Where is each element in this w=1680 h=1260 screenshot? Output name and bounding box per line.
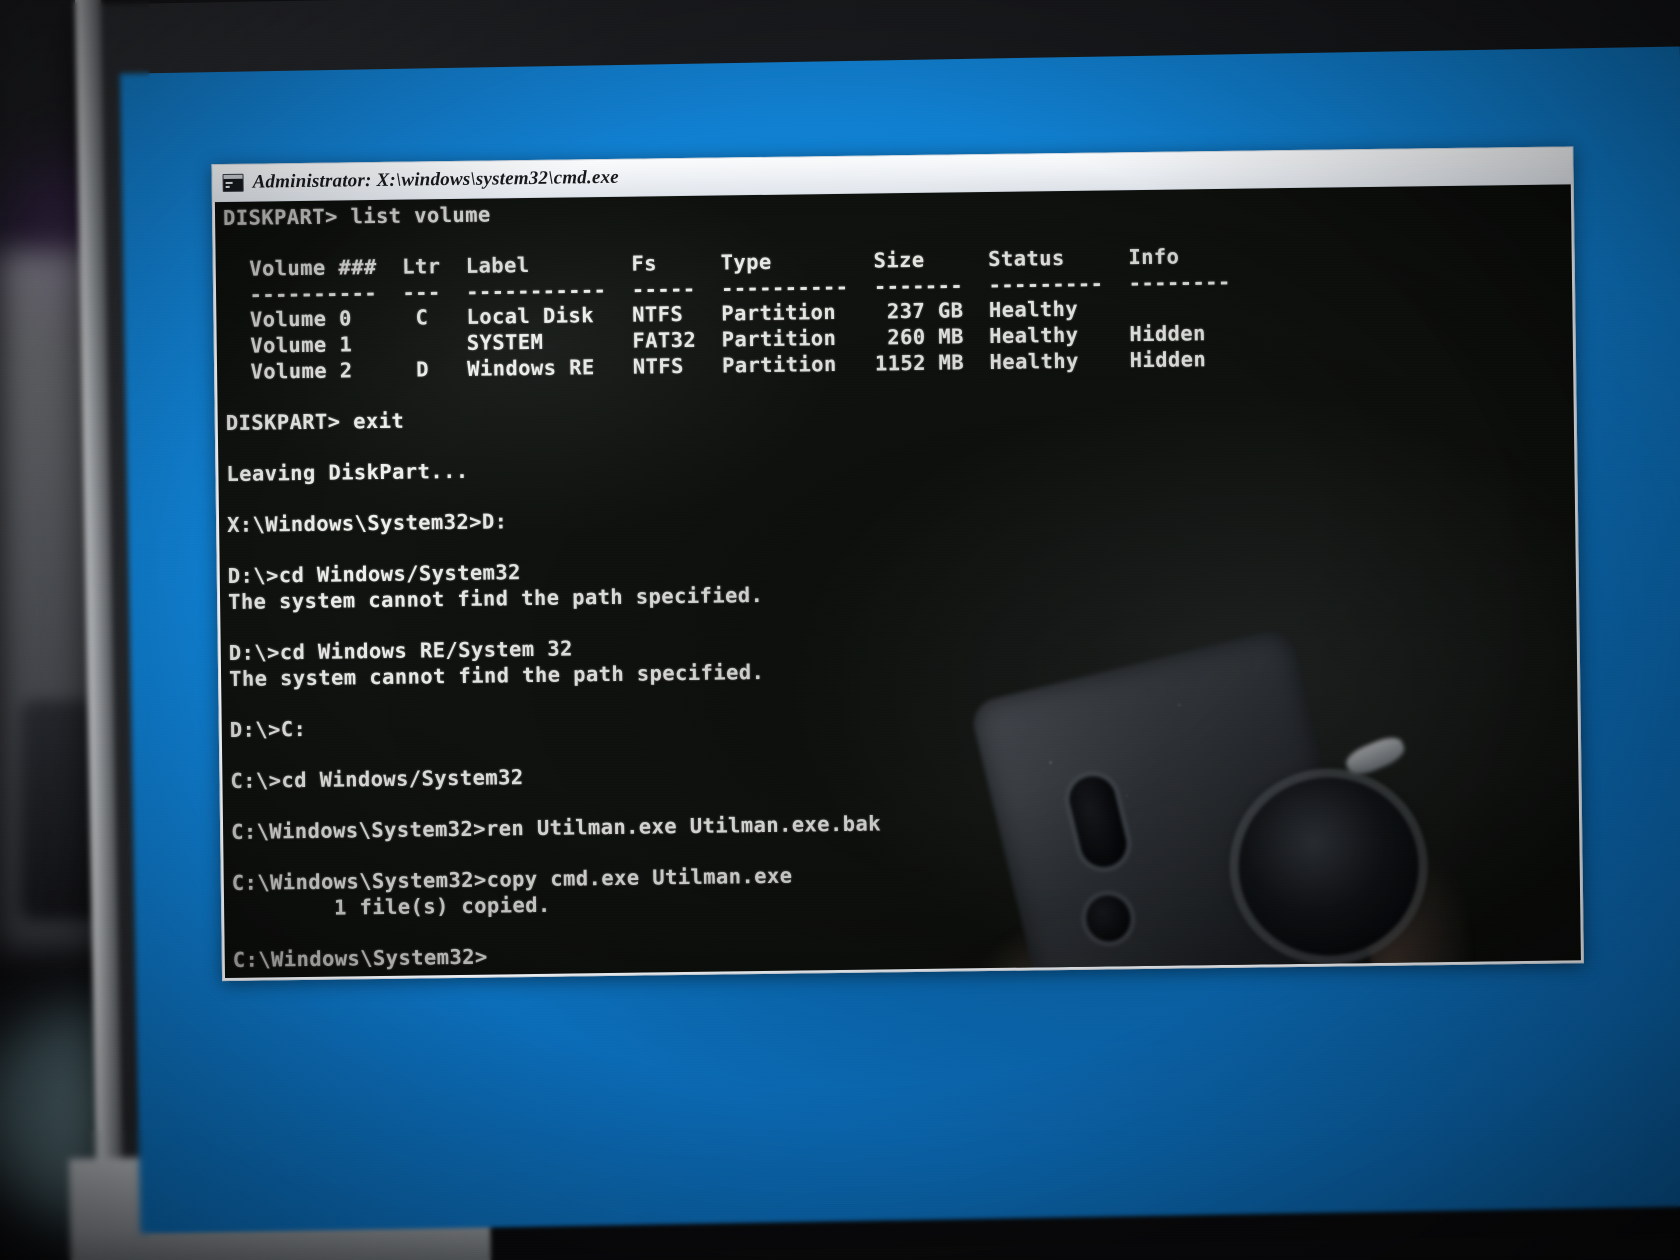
console-text: DISKPART> list volume Volume ### Ltr Lab… — [222, 202, 1231, 973]
photo-scene: Administrator: X:\windows\system32\cmd.e… — [0, 0, 1680, 1260]
command-prompt-window[interactable]: Administrator: X:\windows\system32\cmd.e… — [211, 146, 1584, 982]
photo-edge-blur-bottom — [0, 1130, 1680, 1260]
windows-desktop: Administrator: X:\windows\system32\cmd.e… — [119, 46, 1680, 1234]
window-title: Administrator: X:\windows\system32\cmd.e… — [252, 166, 619, 193]
photo-edge-blur-left — [0, 0, 150, 1260]
console-output-area[interactable]: DISKPART> list volume Volume ### Ltr Lab… — [214, 184, 1581, 979]
console-window-icon — [222, 173, 244, 193]
